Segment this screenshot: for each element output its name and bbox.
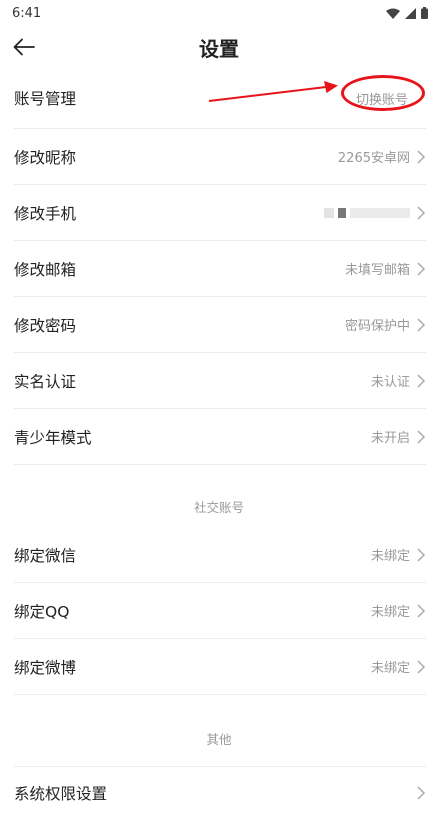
other-section-header: 其他	[206, 731, 232, 747]
edit-nickname-label: 修改昵称	[14, 148, 77, 167]
bind-weibo-label: 绑定微博	[14, 658, 77, 677]
edit-phone-row[interactable]: 修改手机	[14, 185, 426, 241]
bind-qq-row[interactable]: 绑定QQ 未绑定	[14, 583, 426, 639]
switch-account-label: 切换账号	[355, 92, 408, 108]
page-title: 设置	[199, 36, 239, 61]
edit-email-label: 修改邮箱	[14, 260, 77, 279]
teen-mode-row[interactable]: 青少年模式 未开启	[14, 409, 426, 464]
bind-wechat-row[interactable]: 绑定微信 未绑定	[14, 527, 426, 583]
chevron-right-icon	[417, 659, 426, 674]
edit-phone-label: 修改手机	[14, 204, 77, 223]
phone-value-masked	[324, 207, 410, 218]
social-section-header: 社交账号	[193, 499, 244, 515]
battery-icon	[421, 7, 428, 19]
account-manage-label: 账号管理	[14, 90, 77, 108]
teen-mode-label: 青少年模式	[14, 428, 92, 447]
edit-password-label: 修改密码	[14, 316, 77, 335]
wechat-status: 未绑定	[370, 549, 410, 564]
chevron-right-icon	[417, 429, 426, 444]
nickname-value: 2265安卓网	[337, 151, 410, 166]
bind-weibo-row[interactable]: 绑定微博 未绑定	[14, 639, 426, 695]
edit-nickname-row[interactable]: 修改昵称 2265安卓网	[14, 129, 426, 185]
chevron-right-icon	[417, 373, 426, 388]
edit-password-row[interactable]: 修改密码 密码保护中	[14, 297, 426, 353]
chevron-right-icon	[417, 785, 426, 800]
system-permission-row[interactable]: 系统权限设置	[14, 765, 426, 820]
weibo-status: 未绑定	[370, 661, 410, 676]
signal-icon	[405, 7, 416, 19]
switch-account-button[interactable]: 切换账号	[356, 89, 408, 108]
real-name-auth-row[interactable]: 实名认证 未认证	[14, 353, 426, 409]
bottom-divider	[14, 766, 426, 767]
chevron-right-icon	[417, 317, 426, 332]
qq-status: 未绑定	[370, 605, 410, 620]
email-value: 未填写邮箱	[344, 263, 410, 278]
title-bar: 设置	[0, 26, 438, 68]
system-permission-label: 系统权限设置	[14, 784, 108, 803]
password-value: 密码保护中	[344, 319, 410, 334]
chevron-right-icon	[417, 205, 426, 220]
chevron-right-icon	[417, 261, 426, 276]
account-manage-row[interactable]: 账号管理 切换账号	[14, 68, 426, 129]
chevron-right-icon	[417, 603, 426, 618]
chevron-right-icon	[417, 547, 426, 562]
edit-email-row[interactable]: 修改邮箱 未填写邮箱	[14, 241, 426, 297]
bind-wechat-label: 绑定微信	[14, 546, 77, 565]
status-bar: 6:41	[0, 0, 438, 26]
teen-mode-value: 未开启	[370, 431, 410, 446]
bind-qq-label: 绑定QQ	[14, 602, 70, 621]
status-icons	[386, 7, 428, 19]
wifi-icon	[386, 8, 400, 19]
chevron-right-icon	[417, 149, 426, 164]
real-name-auth-label: 实名认证	[14, 372, 77, 391]
back-arrow-icon	[13, 38, 35, 56]
real-name-auth-value: 未认证	[370, 375, 410, 390]
status-time: 6:41	[12, 5, 42, 21]
back-button[interactable]	[8, 31, 40, 63]
